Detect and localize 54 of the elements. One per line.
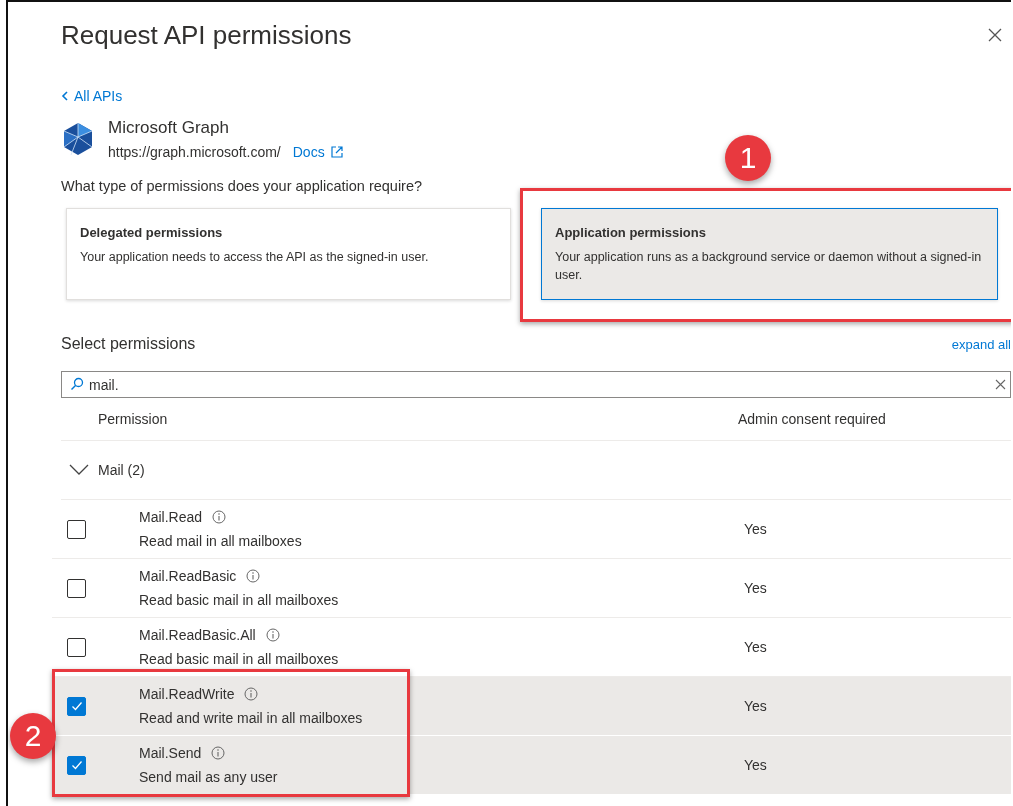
search-icon bbox=[70, 377, 84, 391]
permission-name: Mail.ReadWrite bbox=[139, 686, 235, 702]
permission-row[interactable]: Mail.Read Read mail in all mailboxes Yes bbox=[52, 500, 1011, 559]
checkbox[interactable] bbox=[67, 637, 86, 657]
table-cell: Yes bbox=[744, 698, 767, 714]
info-icon[interactable] bbox=[265, 628, 280, 642]
check-icon bbox=[69, 758, 84, 772]
card-description: Your application runs as a background service or daemon without a signed-in user. bbox=[555, 249, 983, 285]
card-description: Your application needs to access the API as the signed-in user. bbox=[80, 249, 430, 266]
permission-type-card[interactable]: Delegated permissions Your application needs to access the API as the signed-in user. bbox=[66, 208, 511, 300]
permission-name: Mail.Send bbox=[139, 745, 202, 761]
chevron-left-icon bbox=[61, 91, 69, 101]
card-title: Application permissions bbox=[555, 225, 707, 240]
card-title: Delegated permissions bbox=[80, 225, 224, 240]
table-cell: Yes bbox=[744, 580, 767, 596]
permission-name: Mail.ReadBasic bbox=[139, 568, 237, 584]
permission-description: Read mail in all mailboxes bbox=[139, 533, 303, 549]
checkbox[interactable] bbox=[67, 519, 86, 539]
table-cell: Yes bbox=[744, 757, 767, 773]
permission-description: Read and write mail in all mailboxes bbox=[139, 710, 364, 726]
permission-row[interactable]: Mail.ReadBasic Read basic mail in all mailboxes Yes bbox=[52, 559, 1011, 618]
section-heading: Select permissions bbox=[61, 335, 196, 353]
step-badge: 1 bbox=[725, 135, 771, 181]
step-badge: 2 bbox=[10, 713, 56, 759]
permission-description: Read basic mail in all mailboxes bbox=[139, 592, 340, 608]
column-header: Permission bbox=[98, 411, 169, 427]
search-field[interactable]: mail. bbox=[61, 371, 1011, 398]
external-link-icon bbox=[329, 145, 344, 159]
clear-icon[interactable] bbox=[995, 379, 1006, 390]
api-name: Microsoft Graph bbox=[108, 118, 230, 138]
permission-name: Mail.ReadBasic.All bbox=[139, 627, 256, 643]
checkbox[interactable] bbox=[67, 696, 86, 716]
info-icon[interactable] bbox=[212, 510, 227, 524]
info-icon[interactable] bbox=[244, 687, 259, 701]
permission-name: Mail.Read bbox=[139, 509, 203, 525]
check-icon bbox=[69, 699, 84, 713]
table-cell: Yes bbox=[744, 521, 767, 537]
permission-description: Read basic mail in all mailboxes bbox=[139, 651, 340, 667]
permission-description: Send mail as any user bbox=[139, 769, 279, 785]
docs-link[interactable]: Docs bbox=[292, 144, 344, 160]
info-icon[interactable] bbox=[246, 569, 261, 583]
expand-all-link[interactable]: expand all bbox=[951, 336, 1011, 352]
panel-title: Request API permissions bbox=[61, 19, 352, 51]
api-url: https://graph.microsoft.com/ bbox=[108, 144, 281, 160]
info-icon[interactable] bbox=[211, 746, 226, 760]
globe-icon bbox=[61, 122, 95, 156]
group-toggle[interactable]: Mail (2) bbox=[61, 441, 1011, 500]
checkbox[interactable] bbox=[67, 755, 86, 775]
back-link[interactable]: All APIs bbox=[61, 88, 123, 104]
table-cell: Yes bbox=[744, 639, 767, 655]
permission-type-card[interactable]: Application permissions Your application runs as a background service or daemon without a signed-in user. bbox=[541, 208, 998, 300]
column-header: Admin consent required bbox=[738, 411, 886, 427]
question-text: What type of permissions does your application require? bbox=[61, 178, 424, 194]
checkbox[interactable] bbox=[67, 578, 86, 598]
